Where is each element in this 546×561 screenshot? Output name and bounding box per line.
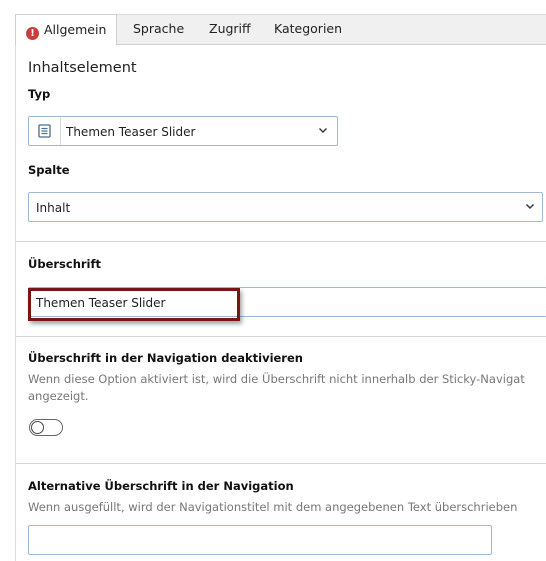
tab-zugriff[interactable]: Zugriff [197, 14, 263, 45]
alt-nav-label: Alternative Überschrift in der Navigatio… [28, 479, 294, 493]
tab-sprache[interactable]: Sprache [121, 14, 196, 45]
nav-disable-label: Überschrift in der Navigation deaktivier… [28, 351, 303, 365]
toggle-knob [31, 421, 44, 434]
nav-disable-description: Wenn diese Option aktiviert ist, wird di… [28, 371, 546, 405]
tab-allgemein[interactable]: ! Allgemein [15, 14, 118, 46]
nav-disable-desc-line2: angezeigt. [28, 389, 89, 403]
section-content-element: Inhaltselement Typ Themen Teaser Slider … [16, 45, 546, 242]
section-title: Inhaltselement [28, 60, 137, 76]
typ-select[interactable]: Themen Teaser Slider [28, 116, 338, 146]
chevron-down-icon [526, 204, 534, 209]
tab-label: Allgemein [44, 22, 107, 37]
typ-value: Themen Teaser Slider [66, 125, 196, 139]
alt-nav-input[interactable] [28, 525, 492, 555]
tab-bar: ! Allgemein Sprache Zugriff Kategorien [15, 14, 546, 46]
form-panel: Inhaltselement Typ Themen Teaser Slider … [15, 45, 546, 561]
content-element-icon [29, 117, 61, 145]
tab-kategorien[interactable]: Kategorien [262, 14, 354, 45]
tab-label: Sprache [133, 21, 185, 36]
error-icon: ! [26, 27, 39, 40]
typ-label: Typ [28, 87, 51, 101]
spalte-label: Spalte [28, 163, 70, 177]
nav-disable-toggle[interactable] [29, 419, 63, 436]
alt-nav-description: Wenn ausgefüllt, wird der Navigationstit… [28, 500, 518, 514]
spalte-value: Inhalt [36, 201, 71, 215]
tab-label: Kategorien [274, 21, 343, 36]
spalte-select[interactable]: Inhalt [28, 192, 543, 222]
chevron-down-icon [319, 128, 327, 133]
ueberschrift-label: Überschrift [28, 257, 102, 271]
nav-disable-desc-line1: Wenn diese Option aktiviert ist, wird di… [28, 372, 525, 386]
annotation-highlight-box [28, 288, 240, 321]
tab-label: Zugriff [209, 21, 251, 36]
